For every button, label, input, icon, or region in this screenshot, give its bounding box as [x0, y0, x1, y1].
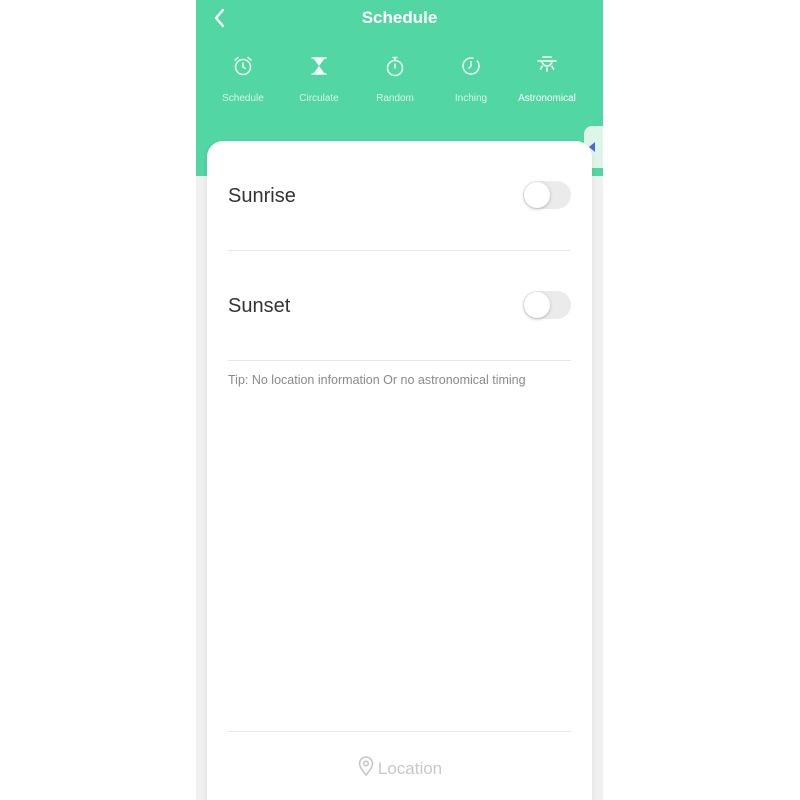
location-pin-icon: [358, 756, 374, 777]
hourglass-icon: [311, 57, 327, 75]
tab-schedule[interactable]: Schedule: [205, 54, 281, 104]
sunset-row: Sunset: [228, 251, 571, 361]
tab-label: Astronomical: [518, 93, 576, 104]
sunset-toggle[interactable]: [523, 291, 571, 319]
settings-card: Sunrise Sunset Tip: No location informat…: [207, 141, 592, 800]
tab-label: Random: [376, 93, 414, 104]
tab-random[interactable]: Random: [357, 54, 433, 104]
stopwatch-icon: [386, 56, 404, 77]
page-title: Schedule: [361, 8, 438, 27]
divider: [228, 731, 571, 732]
toggle-knob: [524, 292, 550, 318]
sunset-label: Sunset: [228, 295, 291, 317]
timer-icon: [462, 57, 480, 75]
mode-tabs: Schedule Circulate Random Inching Astron…: [205, 54, 595, 110]
alarm-clock-icon: [234, 56, 252, 76]
tab-astronomical[interactable]: Astronomical: [509, 54, 585, 104]
location-label: Location: [377, 759, 443, 778]
sun-horizon-icon: [537, 56, 557, 72]
tip-text: Tip: No location information Or no astro…: [228, 373, 526, 387]
sunrise-row: Sunrise: [228, 141, 571, 251]
tab-label: Circulate: [299, 93, 339, 104]
sunrise-label: Sunrise: [228, 185, 296, 207]
phone-screen: Schedule Schedule Circulate Random Inchi…: [196, 0, 603, 800]
sunrise-toggle[interactable]: [523, 181, 571, 209]
toggle-knob: [524, 182, 550, 208]
tab-label: Inching: [454, 93, 488, 104]
tab-inching[interactable]: Inching: [433, 54, 509, 104]
location-button[interactable]: Location: [207, 755, 592, 779]
tab-circulate[interactable]: Circulate: [281, 54, 357, 104]
tab-label: Schedule: [222, 93, 264, 104]
